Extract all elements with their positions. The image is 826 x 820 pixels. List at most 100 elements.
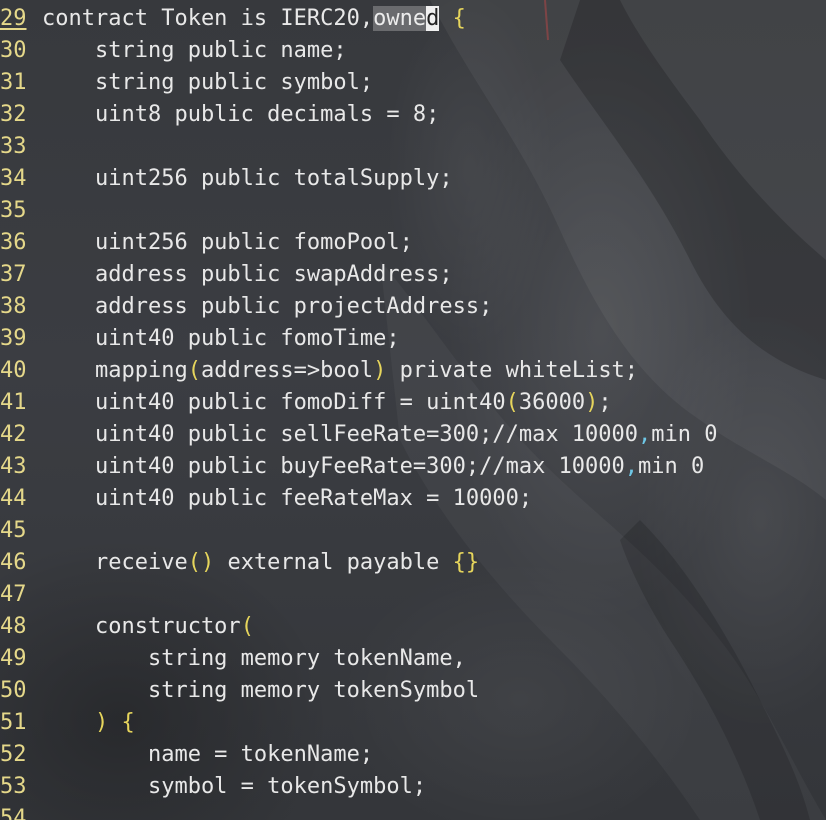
- code-token: string public symbol;: [42, 70, 374, 95]
- bracket-token: (): [187, 550, 215, 575]
- code-token: external payable: [214, 550, 453, 575]
- code-token: private whiteList;: [386, 358, 639, 383]
- line-number: 51: [0, 710, 27, 735]
- code-line[interactable]: 38 address public projectAddress;: [0, 291, 718, 323]
- bracket-token: {: [452, 6, 466, 31]
- code-token: uint40 public fomoDiff = uint40: [42, 390, 506, 415]
- line-content: uint40 public fomoTime;: [42, 323, 400, 355]
- text-cursor: d: [426, 6, 440, 31]
- bracket-token: {: [121, 710, 135, 735]
- bracket-token: ): [94, 710, 109, 735]
- line-number: 50: [0, 678, 27, 703]
- code-line[interactable]: 33: [0, 131, 718, 163]
- code-line[interactable]: 36 uint256 public fomoPool;: [0, 227, 718, 259]
- line-content: uint40 public buyFeeRate=300;//max 10000…: [42, 451, 704, 483]
- line-number: 47: [0, 582, 27, 607]
- bracket-token: ): [585, 390, 599, 415]
- line-content: uint8 public decimals = 8;: [42, 99, 439, 131]
- line-content: contract Token is IERC20,owned {: [42, 3, 466, 35]
- line-content: uint40 public fomoDiff = uint40(36000);: [42, 387, 612, 419]
- code-token: uint40 public fomoTime;: [42, 326, 400, 351]
- line-content: symbol = tokenSymbol;: [42, 771, 426, 803]
- code-token: string memory tokenSymbol: [42, 678, 480, 703]
- line-number: 36: [0, 230, 27, 255]
- code-token: receive: [42, 550, 188, 575]
- line-number: 52: [0, 742, 27, 767]
- code-lines: 29 contract Token is IERC20,owned {30 str…: [0, 3, 718, 820]
- code-token: mapping: [42, 358, 188, 383]
- code-line[interactable]: 47: [0, 579, 718, 611]
- comma-token: ,: [624, 454, 639, 479]
- line-number: 40: [0, 358, 27, 383]
- bracket-token: (: [240, 614, 254, 639]
- line-number: 45: [0, 518, 27, 543]
- code-line[interactable]: 51 ) {: [0, 707, 718, 739]
- code-line[interactable]: 54: [0, 803, 718, 820]
- code-line[interactable]: 34 uint256 public totalSupply;: [0, 163, 718, 195]
- code-line[interactable]: 30 string public name;: [0, 35, 718, 67]
- code-line[interactable]: 43 uint40 public buyFeeRate=300;//max 10…: [0, 451, 718, 483]
- selection-highlight: owne: [373, 6, 427, 31]
- line-number: 46: [0, 550, 27, 575]
- code-line[interactable]: 32 uint8 public decimals = 8;: [0, 99, 718, 131]
- line-number: 54: [0, 806, 27, 820]
- code-line[interactable]: 44 uint40 public feeRateMax = 10000;: [0, 483, 718, 515]
- line-content: mapping(address=>bool) private whiteList…: [42, 355, 638, 387]
- code-line[interactable]: 46 receive() external payable {}: [0, 547, 718, 579]
- line-number: 32: [0, 102, 27, 127]
- code-token: min 0: [651, 422, 718, 447]
- line-number: 49: [0, 646, 27, 671]
- line-number: 34: [0, 166, 27, 191]
- line-number: 53: [0, 774, 27, 799]
- code-token: min 0: [638, 454, 705, 479]
- line-content: address public projectAddress;: [42, 291, 492, 323]
- code-token: symbol = tokenSymbol;: [42, 774, 427, 799]
- code-token: ;: [598, 390, 612, 415]
- code-token: contract Token is IERC20,: [42, 6, 374, 31]
- code-editor[interactable]: 29 contract Token is IERC20,owned {30 str…: [0, 0, 826, 820]
- code-line[interactable]: 42 uint40 public sellFeeRate=300;//max 1…: [0, 419, 718, 451]
- line-content: string memory tokenName,: [42, 643, 466, 675]
- code-token: address=>bool: [200, 358, 374, 383]
- line-number: 44: [0, 486, 27, 511]
- code-token: name = tokenName;: [42, 742, 374, 767]
- code-token: string public name;: [42, 38, 347, 63]
- line-content: string memory tokenSymbol: [42, 675, 479, 707]
- code-line[interactable]: 35: [0, 195, 718, 227]
- line-content: ) {: [42, 707, 135, 739]
- code-line[interactable]: 45: [0, 515, 718, 547]
- code-line[interactable]: 49 string memory tokenName,: [0, 643, 718, 675]
- code-token: uint256 public totalSupply;: [42, 166, 453, 191]
- line-number: 43: [0, 454, 27, 479]
- code-token: uint40 public feeRateMax = 10000;: [42, 486, 533, 511]
- line-number: 31: [0, 70, 27, 95]
- comma-token: ,: [638, 422, 652, 447]
- code-token: uint40 public buyFeeRate=300;//max 10000: [42, 454, 625, 479]
- code-line[interactable]: 53 symbol = tokenSymbol;: [0, 771, 718, 803]
- line-content: address public swapAddress;: [42, 259, 453, 291]
- code-token: constructor: [42, 614, 241, 639]
- code-line[interactable]: 29 contract Token is IERC20,owned {: [0, 3, 718, 35]
- line-content: uint256 public totalSupply;: [42, 163, 453, 195]
- line-number: 39: [0, 326, 27, 351]
- code-token: 36000: [518, 390, 586, 415]
- bracket-token: (: [187, 358, 201, 383]
- code-line[interactable]: 40 mapping(address=>bool) private whiteL…: [0, 355, 718, 387]
- line-number: 42: [0, 422, 27, 447]
- code-token: string memory tokenName,: [42, 646, 466, 671]
- code-line[interactable]: 50 string memory tokenSymbol: [0, 675, 718, 707]
- code-line[interactable]: 37 address public swapAddress;: [0, 259, 718, 291]
- code-token: uint256 public fomoPool;: [42, 230, 413, 255]
- code-line[interactable]: 41 uint40 public fomoDiff = uint40(36000…: [0, 387, 718, 419]
- code-line[interactable]: 52 name = tokenName;: [0, 739, 718, 771]
- line-content: uint40 public sellFeeRate=300;//max 1000…: [42, 419, 718, 451]
- code-line[interactable]: 48 constructor(: [0, 611, 718, 643]
- code-line[interactable]: 31 string public symbol;: [0, 67, 718, 99]
- bracket-token: (: [505, 390, 519, 415]
- line-number: 41: [0, 390, 27, 415]
- line-content: constructor(: [42, 611, 254, 643]
- code-line[interactable]: 39 uint40 public fomoTime;: [0, 323, 718, 355]
- code-token: uint40 public sellFeeRate=300;//max 1000…: [42, 422, 639, 447]
